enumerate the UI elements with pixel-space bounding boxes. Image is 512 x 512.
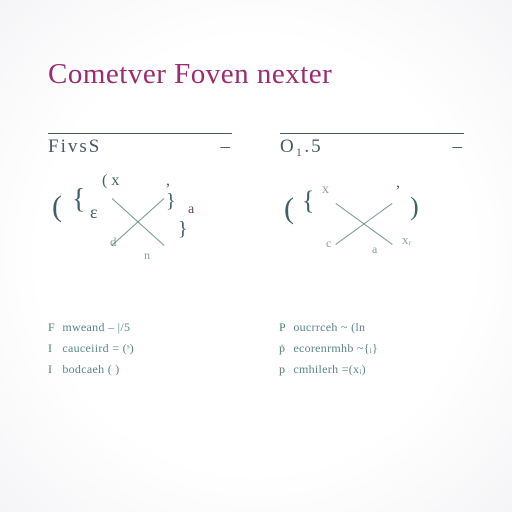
note-item: ṗ ecorenrmhb ~{ᵢ} [279, 341, 464, 356]
rbrace-icon: } [166, 190, 176, 213]
symbol-epsilon: ɛ [90, 202, 98, 223]
symbol-comma: , [396, 174, 400, 192]
page-title: Cometver Foven nexter [48, 58, 464, 91]
note-item: p cmhilerh =(xᵢ) [279, 362, 464, 377]
note-item: I cauceiird = (ˢ) [48, 341, 233, 356]
lbrace-icon: { [302, 186, 314, 216]
rbrace2-icon: } [178, 218, 188, 241]
symbol-comma: , [166, 172, 170, 190]
rparen-icon: ) [410, 192, 419, 222]
right-column: O₁.5 ( { x , ) c a xᵣ [280, 133, 464, 282]
cross-diagram-icon [336, 196, 392, 252]
diagram-row: FivsS ( { ɛ ( x d , } a } n O₁.5 ( { x [48, 133, 464, 282]
left-column: FivsS ( { ɛ ( x d , } a } n [48, 133, 232, 282]
note-item: P oucrrceh ~ (ln [279, 320, 464, 335]
symbol-d: d [110, 234, 117, 250]
lparen-icon: ( [284, 192, 294, 226]
cross-diagram-icon [110, 194, 166, 250]
right-diagram: ( { x , ) c a xᵣ [280, 172, 464, 282]
symbol-x: x [322, 182, 329, 198]
note-item: F mweand – |/5 [48, 320, 233, 335]
symbol-a: a [372, 242, 377, 257]
left-diagram: ( { ɛ ( x d , } a } n [48, 172, 232, 282]
notes-grid: F mweand – |/5 P oucrrceh ~ (ln I caucei… [48, 320, 464, 377]
symbol-xr: xᵣ [402, 232, 411, 248]
lbrace-icon: { [72, 184, 85, 216]
left-heading: FivsS [48, 133, 232, 158]
symbol-top: ( x [102, 172, 119, 190]
symbol-a: a [188, 202, 194, 218]
note-item: I bodcaeh ( ) [48, 362, 233, 377]
lparen-icon: ( [52, 190, 62, 224]
symbol-c: c [326, 236, 331, 251]
symbol-n: n [144, 248, 150, 263]
right-heading: O₁.5 [280, 133, 464, 158]
